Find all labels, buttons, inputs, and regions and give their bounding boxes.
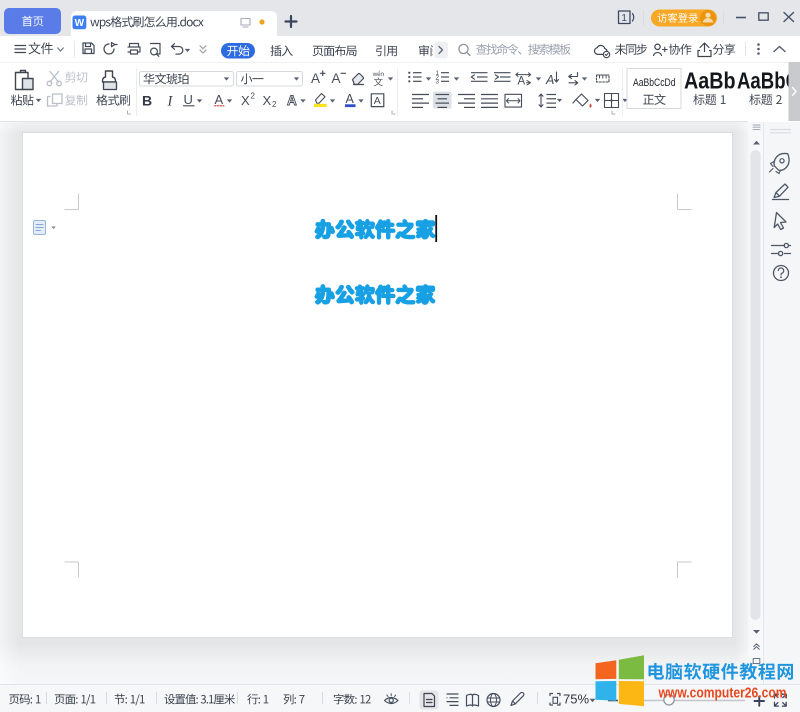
svg-text:www.computer26.com: www.computer26.com [658, 685, 787, 701]
svg-text:U: U [184, 92, 193, 107]
svg-text:1: 1 [621, 13, 627, 24]
svg-text:X: X [263, 93, 272, 108]
svg-text:A: A [332, 71, 341, 86]
svg-text:A: A [518, 76, 526, 88]
svg-text:A: A [215, 92, 224, 107]
svg-text:A: A [545, 73, 554, 87]
svg-text:A: A [311, 71, 320, 86]
svg-text:2: 2 [251, 92, 256, 101]
svg-text:X: X [241, 93, 250, 108]
svg-text:B: B [142, 93, 152, 109]
svg-text:A: A [374, 95, 381, 107]
svg-text:W: W [75, 18, 85, 29]
svg-text:75%: 75% [563, 692, 589, 707]
svg-text:A: A [346, 92, 355, 106]
svg-text:AaBbCcDd: AaBbCcDd [633, 77, 676, 89]
svg-text:A: A [287, 93, 297, 108]
svg-text:AaBb: AaBb [684, 68, 736, 94]
svg-text:2: 2 [272, 100, 277, 109]
svg-text:3: 3 [436, 79, 440, 86]
